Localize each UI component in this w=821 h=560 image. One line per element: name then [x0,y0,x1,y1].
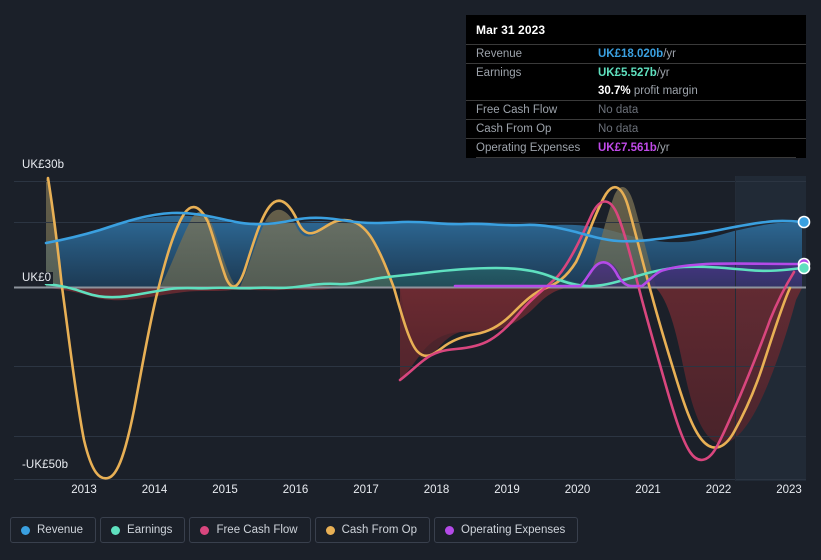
x-axis-tick-2018: 2018 [423,484,450,496]
x-axis-tick-2022: 2022 [705,484,732,496]
x-axis-tick-2014: 2014 [141,484,168,496]
tooltip-row-earnings: Earnings UK£5.527b/yr [466,63,806,82]
tooltip-text-profit-margin: profit margin [633,85,698,97]
financial-chart: UK£30b UK£0 -UK£50b 2013 2014 2015 2016 2017… [0,0,821,560]
x-axis: 2013 2014 2015 2016 2017 2018 2019 2020 2021 2022… [0,484,821,504]
tooltip-value-profit-margin: 30.7% profit margin [598,85,698,97]
legend-color-dot-icon [445,525,455,535]
legend-label: Earnings [127,524,173,536]
tooltip-row-cash-from-op: Cash From Op No data [466,119,806,138]
tooltip-label-cash-from-op: Cash From Op [476,123,552,135]
legend-color-dot-icon [21,525,30,535]
x-axis-tick-2019: 2019 [494,484,520,496]
legend-label: Revenue [37,524,84,536]
tooltip-value-free-cash-flow: No data [598,104,639,116]
y-axis-label-top: UK£30b [22,159,65,171]
tooltip-unit-revenue: /yr [663,48,676,60]
legend-label: Cash From Op [341,524,418,536]
tooltip-value-revenue: UK£18.020b/yr [598,48,676,60]
endpoint-dot-earnings [797,261,811,275]
tooltip-unit-operating-expenses: /yr [656,142,670,154]
endpoint-dot-revenue [797,215,811,229]
tooltip-row-free-cash-flow: Free Cash Flow No data [466,100,806,119]
tooltip-amount-earnings: UK£5.527b [598,67,657,79]
legend-item-operating-expenses[interactable]: Operating Expenses [434,517,579,543]
tooltip-row-revenue: Revenue UK£18.020b/yr [466,44,806,63]
chart-legend: Revenue Earnings Free Cash Flow Cash From O… [10,517,579,543]
x-axis-tick-2013: 2013 [71,484,97,496]
tooltip-amount-operating-expenses: UK£7.561b [598,142,657,154]
x-axis-tick-2017: 2017 [353,484,379,496]
tooltip-row-operating-expenses: Operating Expenses UK£7.561b/yr [466,138,806,157]
legend-label: Free Cash Flow [216,524,298,536]
tooltip-value-cash-from-op: No data [598,123,639,135]
x-axis-tick-2015: 2015 [212,484,238,496]
tooltip-value-earnings: UK£5.527b/yr [598,67,670,79]
tooltip-label-earnings: Earnings [476,67,522,79]
x-axis-tick-2021: 2021 [635,484,661,496]
y-axis-label-zero: UK£0 [22,272,54,284]
legend-item-earnings[interactable]: Earnings [100,517,186,543]
tooltip-amount-profit-margin: 30.7% [598,85,631,97]
legend-color-dot-icon [325,525,335,535]
chart-tooltip: Mar 31 2023 Revenue UK£18.020b/yr Earnin… [466,15,806,158]
tooltip-row-profit-margin: 30.7% profit margin [466,82,806,100]
tooltip-label-revenue: Revenue [476,48,523,60]
tooltip-bottom-divider [476,157,796,158]
y-axis-label-bottom: -UK£50b [22,459,69,471]
legend-color-dot-icon [200,525,210,535]
legend-item-cash-from-op[interactable]: Cash From Op [314,517,431,543]
legend-item-revenue[interactable]: Revenue [10,517,97,543]
x-axis-tick-2016: 2016 [282,484,309,496]
tooltip-amount-revenue: UK£18.020b [598,48,664,60]
tooltip-label-operating-expenses: Operating Expenses [476,142,581,154]
legend-color-dot-icon [111,525,121,535]
legend-label: Operating Expenses [461,524,566,536]
x-axis-tick-2023: 2023 [776,484,802,496]
legend-item-free-cash-flow[interactable]: Free Cash Flow [189,517,311,543]
x-axis-tick-2020: 2020 [564,484,591,496]
tooltip-unit-earnings: /yr [656,67,670,79]
tooltip-value-operating-expenses: UK£7.561b/yr [598,142,670,154]
tooltip-label-free-cash-flow: Free Cash Flow [476,104,558,116]
tooltip-title: Mar 31 2023 [476,23,546,37]
